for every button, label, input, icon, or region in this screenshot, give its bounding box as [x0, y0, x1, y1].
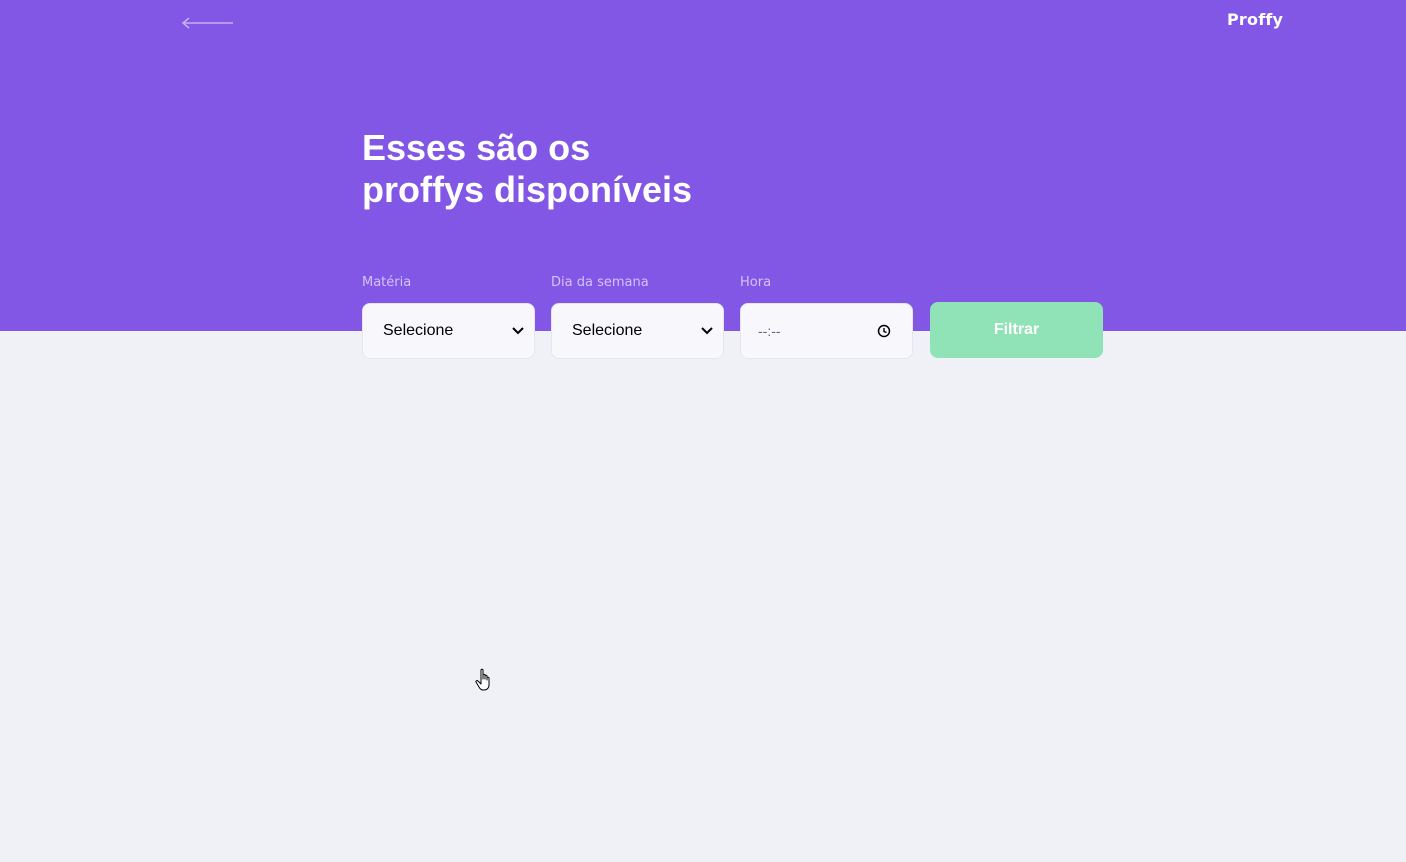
page-header: Proffy Esses são os proffys disponíveis [0, 0, 1406, 331]
back-button[interactable] [180, 12, 236, 34]
weekday-label: Dia da semana [551, 275, 649, 290]
page-title: Esses são os proffys disponíveis [362, 127, 762, 211]
title-line-2: proffys disponíveis [362, 169, 693, 210]
subject-select[interactable]: Selecione [362, 303, 535, 359]
chevron-down-icon [701, 327, 713, 335]
subject-select-value: Selecione [383, 322, 454, 339]
clock-icon[interactable] [877, 324, 891, 338]
weekday-select[interactable]: Selecione [551, 303, 724, 359]
time-input[interactable]: --:-- [740, 303, 913, 359]
arrow-left-icon [181, 17, 233, 29]
title-line-1: Esses são os [362, 127, 591, 168]
chevron-down-icon [512, 327, 524, 335]
filter-button[interactable]: Filtrar [930, 302, 1103, 358]
time-input-value: --:-- [758, 323, 781, 339]
time-label: Hora [740, 275, 772, 290]
hand-pointer-icon [475, 668, 490, 691]
logo: Proffy [1227, 10, 1284, 29]
subject-label: Matéria [362, 275, 412, 290]
weekday-select-value: Selecione [572, 322, 643, 339]
